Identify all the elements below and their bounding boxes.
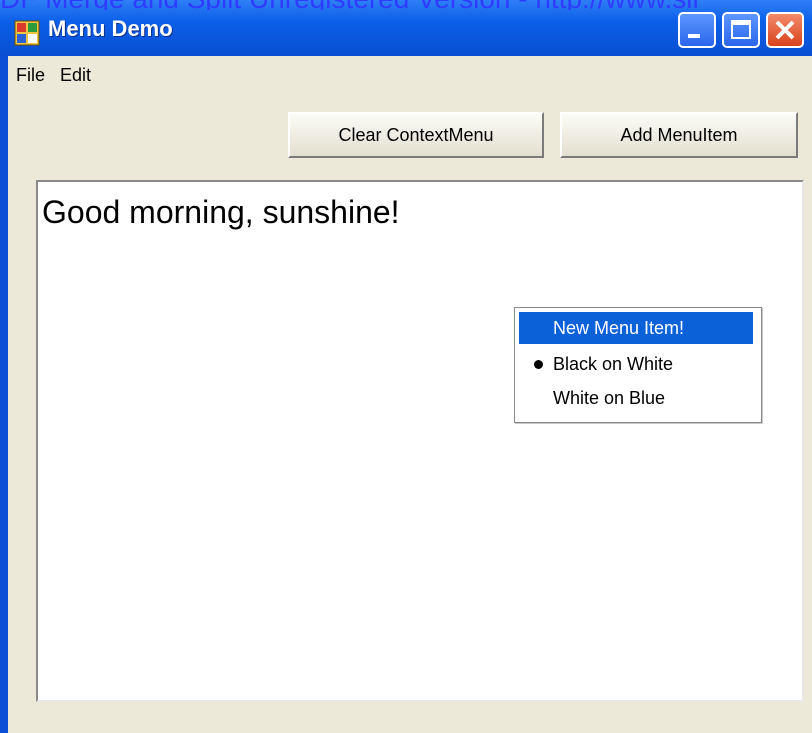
window-title: Menu Demo bbox=[48, 16, 173, 41]
app-icon bbox=[14, 20, 40, 46]
context-menu: New Menu Item! Black on White White on B… bbox=[514, 307, 762, 423]
context-menu-item-new[interactable]: New Menu Item! bbox=[519, 312, 753, 344]
close-button[interactable] bbox=[766, 12, 804, 48]
radio-check-icon bbox=[534, 360, 543, 369]
menu-file[interactable]: File bbox=[16, 65, 45, 86]
maximize-icon bbox=[731, 20, 751, 39]
text-box[interactable]: Good morning, sunshine! New Menu Item! B… bbox=[36, 180, 804, 702]
app-window: Menu Demo File Edit Clear ContextMenu Ad… bbox=[0, 0, 812, 733]
add-menuitem-button[interactable]: Add MenuItem bbox=[560, 112, 798, 158]
context-menu-item-label: White on Blue bbox=[553, 388, 666, 408]
context-menu-item-black-on-white[interactable]: Black on White bbox=[519, 348, 753, 380]
context-menu-item-white-on-blue[interactable]: White on Blue bbox=[519, 382, 753, 414]
text-box-content: Good morning, sunshine! bbox=[42, 194, 400, 230]
minimize-icon bbox=[688, 34, 700, 38]
menu-bar: File Edit bbox=[8, 56, 812, 92]
context-menu-item-label: New Menu Item! bbox=[553, 318, 685, 338]
menu-edit[interactable]: Edit bbox=[60, 65, 91, 86]
maximize-button[interactable] bbox=[722, 12, 760, 48]
context-menu-item-label: Black on White bbox=[553, 354, 674, 374]
close-icon bbox=[775, 20, 795, 40]
watermark-text: DF Merge and Split Unregistered Version … bbox=[0, 0, 812, 10]
clear-contextmenu-button[interactable]: Clear ContextMenu bbox=[288, 112, 544, 158]
minimize-button[interactable] bbox=[678, 12, 716, 48]
